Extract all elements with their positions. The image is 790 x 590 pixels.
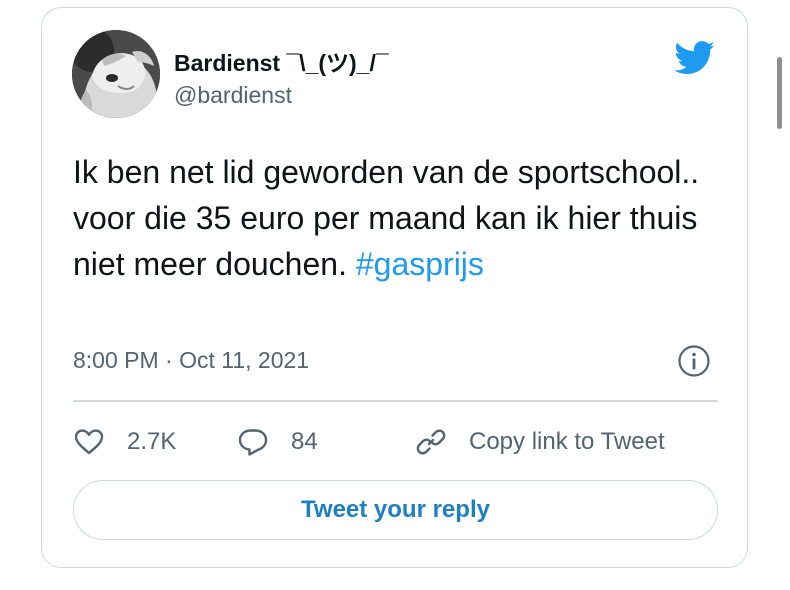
dog-avatar-icon — [72, 30, 160, 118]
reply-button[interactable]: 84 — [237, 422, 318, 462]
like-button[interactable]: 2.7K — [73, 422, 176, 462]
link-icon — [416, 429, 446, 455]
tweet-timestamp[interactable]: 8:00 PM · Oct 11, 2021 — [73, 347, 309, 374]
user-handle[interactable]: @bardienst — [174, 82, 292, 109]
tweet-text: Ik ben net lid geworden van de sportscho… — [73, 149, 713, 287]
like-count: 2.7K — [127, 428, 177, 455]
info-icon[interactable] — [677, 344, 711, 378]
action-bar: 2.7K 84 Copy link to Tweet — [73, 422, 718, 462]
copy-link-label: Copy link to Tweet — [469, 428, 665, 455]
page: Bardienst ¯\_(ツ)_/¯ @bardienst Ik ben ne… — [0, 0, 790, 590]
divider — [73, 400, 718, 402]
copy-link-button[interactable]: Copy link to Tweet — [415, 422, 665, 462]
display-name[interactable]: Bardienst ¯\_(ツ)_/¯ — [174, 44, 389, 78]
reply-bubble-icon — [238, 429, 268, 456]
hashtag-link[interactable]: #gasprijs — [356, 246, 484, 282]
twitter-bird-icon[interactable] — [674, 41, 716, 75]
scrollbar[interactable] — [777, 57, 782, 129]
heart-icon — [74, 429, 104, 455]
reply-count: 84 — [291, 428, 318, 455]
avatar[interactable] — [72, 30, 160, 118]
tweet-card: Bardienst ¯\_(ツ)_/¯ @bardienst Ik ben ne… — [41, 7, 748, 568]
reply-button-label: Tweet your reply — [301, 496, 490, 523]
tweet-your-reply-button[interactable]: Tweet your reply — [73, 480, 718, 540]
